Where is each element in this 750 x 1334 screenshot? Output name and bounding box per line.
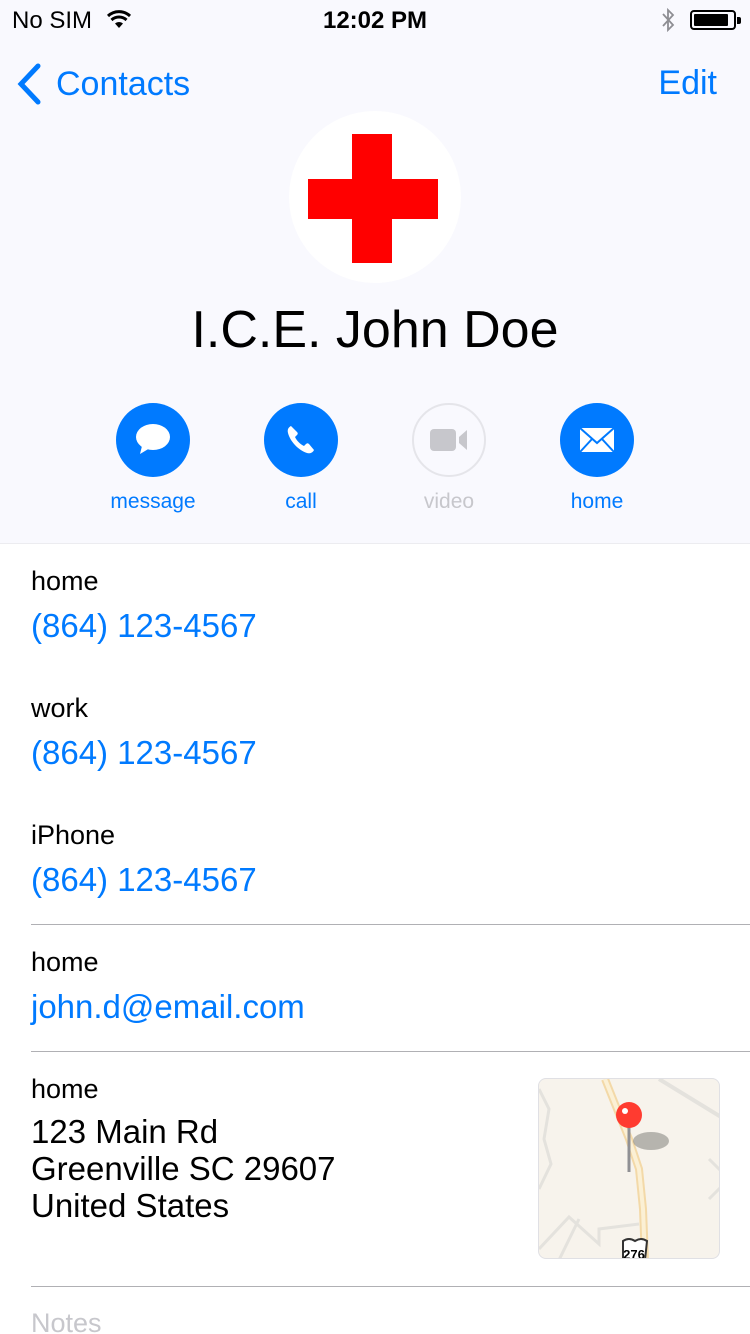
map-thumbnail[interactable]: 276 [538,1078,720,1259]
clock: 12:02 PM [322,7,428,34]
status-bar: No SIM 12:02 PM [0,0,750,40]
bluetooth-icon [662,7,675,33]
call-label: call [285,490,317,513]
phone-number[interactable]: (864) 123-4567 [31,861,257,899]
email-address[interactable]: john.d@email.com [31,988,305,1026]
message-label: message [110,490,196,513]
address-line-3: United States [31,1187,230,1224]
email-label: home [570,490,624,513]
phone-label: work [31,693,89,723]
contact-header: No SIM 12:02 PM Contacts Edit I.C.E. Joh… [0,0,750,544]
message-button[interactable]: message [93,403,213,514]
video-label: video [423,490,475,513]
phone-row-work[interactable]: work (864) 123-4567 [31,693,257,772]
address-label: home [31,1074,99,1104]
phone-row-iphone[interactable]: iPhone (864) 123-4567 [31,820,257,899]
divider [31,924,750,925]
chevron-left-icon [17,63,41,105]
contact-name: I.C.E. John Doe [191,301,559,359]
address-line-1: 123 Main Rd [31,1113,219,1150]
video-camera-icon [430,429,467,451]
battery-icon [690,10,741,30]
phone-number[interactable]: (864) 123-4567 [31,734,257,772]
phone-row-home[interactable]: home (864) 123-4567 [31,566,257,645]
back-label: Contacts [56,64,191,103]
phone-number[interactable]: (864) 123-4567 [31,607,257,645]
mail-icon [579,427,615,453]
email-label: home [31,947,99,977]
call-button[interactable]: call [241,403,361,514]
edit-button[interactable]: Edit [658,64,717,103]
map-image: 276 [539,1079,719,1259]
phone-icon [287,426,314,454]
email-button[interactable]: home [537,403,657,514]
phone-label: home [31,566,99,596]
avatar [289,111,461,283]
address-line-2: Greenville SC 29607 [31,1150,336,1187]
email-row-home[interactable]: home john.d@email.com [31,947,305,1026]
route-shield: 276 [623,1247,645,1259]
message-bubble-icon [136,424,170,454]
phone-label: iPhone [31,820,116,850]
notes-field[interactable]: Notes [31,1308,102,1334]
video-button[interactable]: video [389,403,509,514]
divider [31,1286,750,1287]
divider [31,1051,750,1052]
back-button[interactable]: Contacts [16,62,190,106]
address-row-home[interactable]: home 123 Main Rd Greenville SC 29607 Uni… [31,1074,336,1224]
